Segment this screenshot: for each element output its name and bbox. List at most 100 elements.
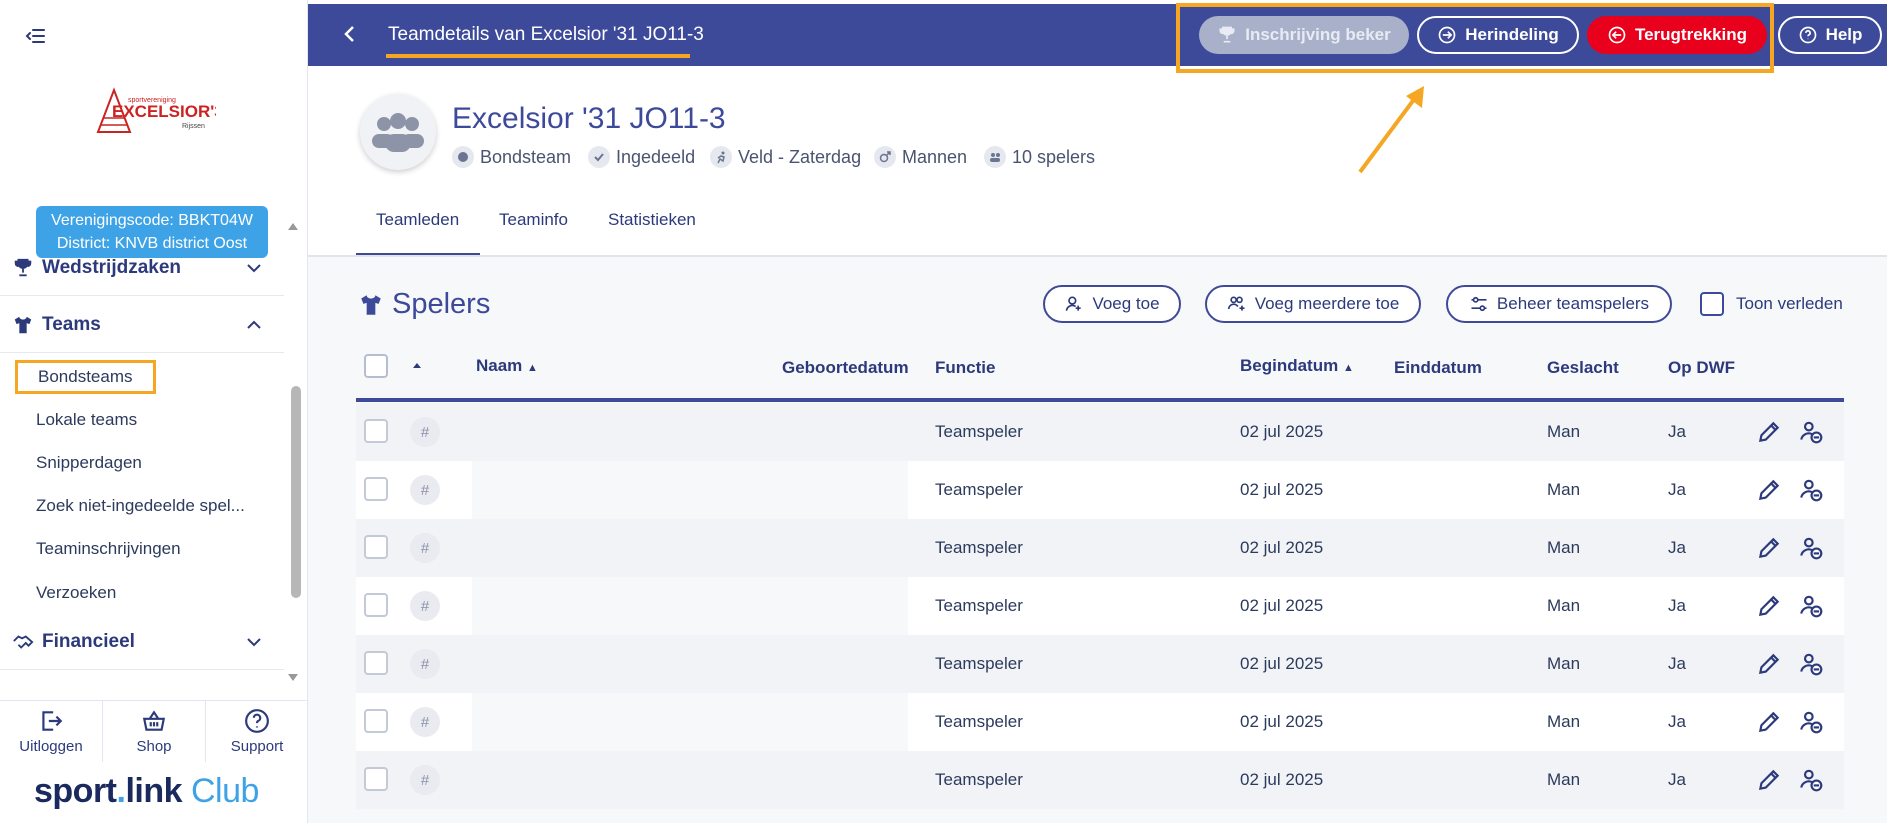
player-name-cell (472, 635, 908, 693)
remove-person-icon[interactable] (1798, 477, 1824, 503)
functie-cell: Teamspeler (935, 480, 1023, 499)
remove-person-icon[interactable] (1798, 535, 1824, 561)
row-checkbox[interactable] (364, 535, 388, 559)
table-row[interactable]: # Teamspeler 02 jul 2025 Man Ja (356, 403, 1844, 461)
chevron-down-icon (247, 638, 261, 647)
shop-button[interactable]: Shop (103, 701, 206, 762)
row-checkbox[interactable] (364, 593, 388, 617)
geslacht-cell: Man (1547, 480, 1581, 499)
geslacht-cell: Man (1547, 596, 1581, 615)
geslacht-cell: Man (1547, 712, 1581, 731)
toon-verleden-toggle[interactable]: Toon verleden (1700, 292, 1843, 316)
menu-section-financieel[interactable]: Financieel (0, 614, 284, 670)
voeg-toe-button[interactable]: Voeg toe (1043, 285, 1181, 323)
select-all-checkbox[interactable] (364, 354, 388, 378)
column-functie[interactable]: Functie (935, 358, 995, 378)
logout-button[interactable]: Uitloggen (0, 701, 103, 762)
chevron-down-icon (247, 264, 261, 273)
scrollbar-thumb[interactable] (291, 386, 301, 598)
sidebar-item-lokale-teams[interactable]: Lokale teams (36, 410, 137, 430)
begindatum-cell: 02 jul 2025 (1240, 422, 1324, 441)
herindeling-button[interactable]: Herindeling (1417, 16, 1579, 54)
beheer-teamspelers-button[interactable]: Beheer teamspelers (1446, 285, 1672, 323)
tab-statistieken[interactable]: Statistieken (608, 210, 696, 230)
players-icon (984, 146, 1006, 168)
remove-person-icon[interactable] (1798, 709, 1824, 735)
table-row[interactable]: # Teamspeler 02 jul 2025 Man Ja (356, 461, 1844, 519)
functie-cell: Teamspeler (935, 712, 1023, 731)
remove-person-icon[interactable] (1798, 593, 1824, 619)
logout-label: Uitloggen (19, 738, 83, 755)
remove-person-icon[interactable] (1798, 651, 1824, 677)
table-row[interactable]: # Teamspeler 02 jul 2025 Man Ja (356, 635, 1844, 693)
remove-person-icon[interactable] (1798, 419, 1824, 445)
table-row[interactable]: # Teamspeler 02 jul 2025 Man Ja (356, 693, 1844, 751)
player-name-cell (472, 577, 908, 635)
shirt-number-badge: # (410, 765, 440, 795)
edit-icon[interactable] (1756, 535, 1782, 561)
row-checkbox[interactable] (364, 419, 388, 443)
row-checkbox[interactable] (364, 709, 388, 733)
inschrijving-beker-button[interactable]: Inschrijving beker (1199, 16, 1409, 54)
svg-text:sportvereniging: sportvereniging (128, 97, 176, 104)
edit-icon[interactable] (1756, 709, 1782, 735)
begindatum-cell: 02 jul 2025 (1240, 596, 1324, 615)
player-name-cell (472, 751, 908, 809)
club-district: District: KNVB district Oost (56, 235, 248, 252)
sidebar-item-snipperdagen[interactable]: Snipperdagen (36, 453, 142, 473)
column-naam[interactable]: Naam ▲ (476, 356, 538, 376)
edit-icon[interactable] (1756, 593, 1782, 619)
column-op-dwf[interactable]: Op DWF (1668, 358, 1735, 378)
geslacht-cell: Man (1547, 422, 1581, 441)
edit-icon[interactable] (1756, 477, 1782, 503)
toon-verleden-checkbox[interactable] (1700, 292, 1724, 316)
menu-section-teams[interactable]: Teams (0, 297, 284, 353)
column-begindatum[interactable]: Begindatum ▲ (1240, 356, 1354, 376)
column-geboortedatum[interactable]: Geboortedatum (782, 358, 909, 378)
geslacht-cell: Man (1547, 654, 1581, 673)
tab-teaminfo[interactable]: Teaminfo (499, 210, 568, 230)
support-button[interactable]: Support (206, 701, 308, 762)
begindatum-cell: 02 jul 2025 (1240, 712, 1324, 731)
voeg-meerdere-toe-button[interactable]: Voeg meerdere toe (1205, 285, 1421, 323)
row-checkbox[interactable] (364, 477, 388, 501)
tab-teamleden[interactable]: Teamleden (376, 210, 459, 230)
column-einddatum[interactable]: Einddatum (1394, 358, 1482, 378)
sidebar-item-bondsteams[interactable]: Bondsteams (15, 360, 156, 394)
svg-text:EXCELSIOR'31: EXCELSIOR'31 (112, 102, 216, 121)
row-checkbox[interactable] (364, 767, 388, 791)
top-header-bar: Teamdetails van Excelsior '31 JO11-3 Ins… (308, 3, 1887, 73)
male-icon (874, 146, 896, 168)
running-icon (710, 146, 732, 168)
row-checkbox[interactable] (364, 651, 388, 675)
meta-gender: Mannen (874, 146, 967, 168)
back-icon[interactable] (338, 22, 362, 46)
sort-up-icon[interactable] (411, 360, 423, 372)
edit-icon[interactable] (1756, 767, 1782, 793)
sidebar-item-verzoeken[interactable]: Verzoeken (36, 583, 116, 603)
shirt-number-badge: # (410, 475, 440, 505)
functie-cell: Teamspeler (935, 596, 1023, 615)
begindatum-cell: 02 jul 2025 (1240, 654, 1324, 673)
edit-icon[interactable] (1756, 419, 1782, 445)
support-label: Support (230, 738, 284, 755)
functie-cell: Teamspeler (935, 654, 1023, 673)
help-button[interactable]: Help (1778, 16, 1882, 54)
page-title: Teamdetails van Excelsior '31 JO11-3 (388, 24, 704, 45)
terugtrekking-button[interactable]: Terugtrekking (1587, 16, 1767, 54)
begindatum-cell: 02 jul 2025 (1240, 480, 1324, 499)
collapse-menu-icon[interactable] (24, 24, 48, 48)
remove-person-icon[interactable] (1798, 767, 1824, 793)
shirt-number-badge: # (410, 417, 440, 447)
table-row[interactable]: # Teamspeler 02 jul 2025 Man Ja (356, 751, 1844, 809)
sidebar-item-zoek-niet-ingedeelde[interactable]: Zoek niet-ingedeelde spel... (36, 496, 245, 516)
edit-icon[interactable] (1756, 651, 1782, 677)
table-row[interactable]: # Teamspeler 02 jul 2025 Man Ja (356, 577, 1844, 635)
sidebar-item-teaminschrijvingen[interactable]: Teaminschrijvingen (36, 539, 181, 559)
column-geslacht[interactable]: Geslacht (1547, 358, 1619, 378)
team-name: Excelsior '31 JO11-3 (452, 102, 726, 135)
table-row[interactable]: # Teamspeler 02 jul 2025 Man Ja (356, 519, 1844, 577)
club-info-tooltip: Verenigingscode: BBKT04W District: KNVB … (36, 206, 268, 258)
club-code: Verenigingscode: BBKT04W (51, 212, 253, 229)
shirt-number-badge: # (410, 707, 440, 737)
